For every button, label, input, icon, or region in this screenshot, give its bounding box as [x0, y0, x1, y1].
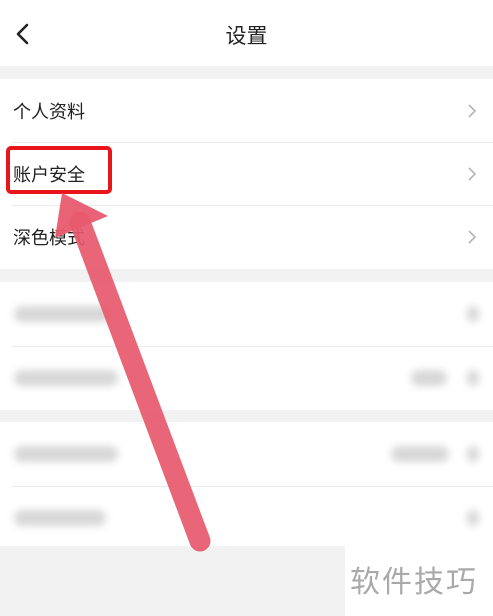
- annotation-arrow-icon: [55, 193, 211, 552]
- watermark-text: 软件技巧: [350, 565, 478, 600]
